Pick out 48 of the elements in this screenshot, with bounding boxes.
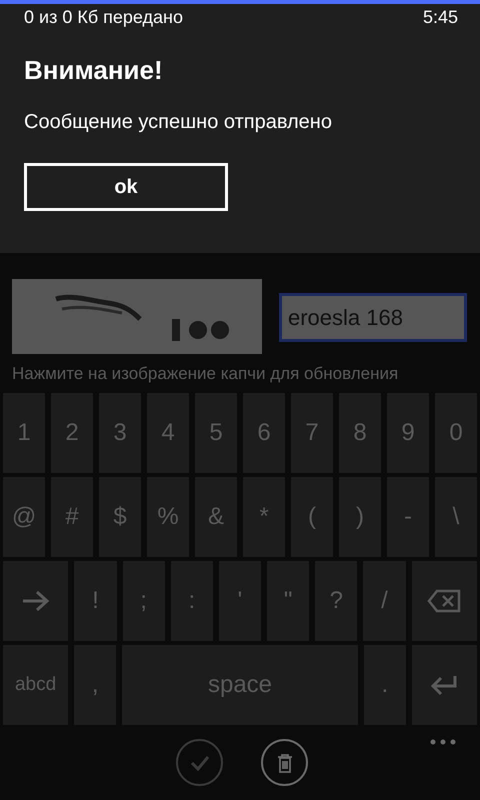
transfer-status: 0 из 0 Кб передано <box>24 6 183 29</box>
keyboard-key[interactable] <box>3 561 68 641</box>
check-icon <box>190 754 210 770</box>
trash-icon <box>276 752 292 772</box>
dialog-message: Сообщение успешно отправлено <box>24 110 333 135</box>
keyboard-key[interactable]: 6 <box>243 393 285 473</box>
keyboard-key[interactable]: - <box>387 477 429 557</box>
keyboard-key[interactable]: ! <box>74 561 117 641</box>
keyboard-key[interactable]: & <box>195 477 237 557</box>
keyboard-key[interactable]: @ <box>3 477 45 557</box>
keyboard-key[interactable]: abcd <box>3 645 68 725</box>
backspace-icon <box>427 589 462 613</box>
more-icon[interactable] <box>430 739 456 745</box>
keyboard-key[interactable]: % <box>147 477 189 557</box>
keyboard-key[interactable] <box>412 645 478 725</box>
keyboard-key[interactable]: space <box>122 645 358 725</box>
keyboard-key[interactable]: 8 <box>339 393 381 473</box>
captcha-input-field[interactable]: eroesla 168 <box>279 293 467 342</box>
keyboard-key[interactable]: , <box>74 645 116 725</box>
keyboard-key[interactable]: 4 <box>147 393 189 473</box>
keyboard-key[interactable]: . <box>364 645 406 725</box>
keyboard-key[interactable]: ( <box>291 477 333 557</box>
keyboard-key[interactable] <box>412 561 477 641</box>
enter-icon <box>429 673 460 697</box>
keyboard-key[interactable]: 1 <box>3 393 45 473</box>
keyboard-key[interactable]: ; <box>122 561 165 641</box>
keyboard-key[interactable]: # <box>51 477 93 557</box>
keyboard-key[interactable]: 0 <box>435 393 477 473</box>
keyboard-key[interactable]: 2 <box>51 393 93 473</box>
keyboard-key[interactable]: \ <box>435 477 477 557</box>
keyboard-key[interactable]: 7 <box>291 393 333 473</box>
right-arrow-icon <box>20 589 51 613</box>
clock: 5:45 <box>422 6 458 28</box>
keyboard-key[interactable]: 9 <box>387 393 429 473</box>
dialog-title: Внимание! <box>24 54 164 86</box>
keyboard-key[interactable]: ) <box>339 477 381 557</box>
keyboard-key[interactable]: $ <box>99 477 141 557</box>
keyboard-key[interactable]: / <box>363 561 406 641</box>
keyboard-key[interactable]: * <box>243 477 285 557</box>
keyboard-key[interactable]: " <box>267 561 310 641</box>
keyboard-key[interactable]: 3 <box>99 393 141 473</box>
ok-button[interactable]: ok <box>24 163 228 211</box>
keyboard-key[interactable]: ' <box>218 561 262 641</box>
keyboard-key[interactable]: 5 <box>195 393 237 473</box>
keyboard-key[interactable]: ? <box>315 561 358 641</box>
keyboard-key[interactable]: : <box>170 561 213 641</box>
delete-button[interactable] <box>261 739 308 786</box>
captcha-hint: Нажмите на изображение капчи для обновления <box>11 363 400 385</box>
